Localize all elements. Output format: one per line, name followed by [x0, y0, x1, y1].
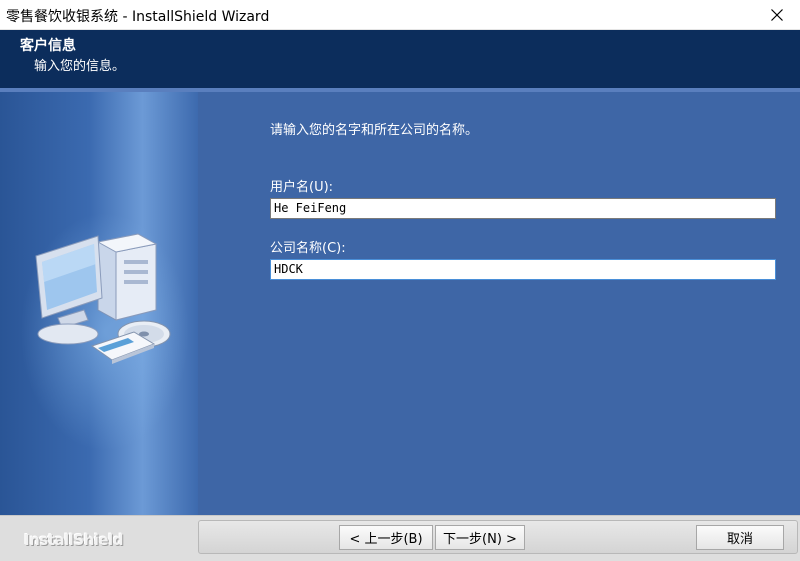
computer-cd-icon — [35, 233, 171, 364]
wizard-header: 客户信息 输入您的信息。 — [0, 30, 800, 88]
next-button[interactable]: 下一步(N) > — [435, 525, 525, 550]
wizard-body: 请输入您的名字和所在公司的名称。 用户名(U): He FeiFeng 公司名称… — [0, 92, 800, 515]
window-title: 零售餐饮收银系统 - InstallShield Wizard — [6, 9, 270, 25]
installshield-logo: InstallShield — [24, 531, 123, 549]
form-panel: 请输入您的名字和所在公司的名称。 用户名(U): He FeiFeng 公司名称… — [198, 92, 800, 515]
company-name-label: 公司名称(C): — [270, 241, 346, 256]
header-subtitle: 输入您的信息。 — [34, 59, 126, 74]
close-button[interactable] — [754, 0, 800, 30]
cancel-button[interactable]: 取消 — [696, 525, 784, 550]
header-title: 客户信息 — [20, 38, 76, 54]
wizard-footer: InstallShield < 上一步(B) 下一步(N) > 取消 — [0, 515, 800, 561]
title-bar: 零售餐饮收银系统 - InstallShield Wizard — [0, 0, 800, 30]
username-label: 用户名(U): — [270, 180, 334, 195]
back-button[interactable]: < 上一步(B) — [339, 525, 433, 550]
sidebar-panel — [0, 92, 198, 515]
instruction-text: 请输入您的名字和所在公司的名称。 — [270, 123, 479, 138]
close-icon — [771, 9, 783, 21]
company-name-input[interactable]: HDCK — [270, 259, 776, 280]
username-input[interactable]: He FeiFeng — [270, 198, 776, 219]
